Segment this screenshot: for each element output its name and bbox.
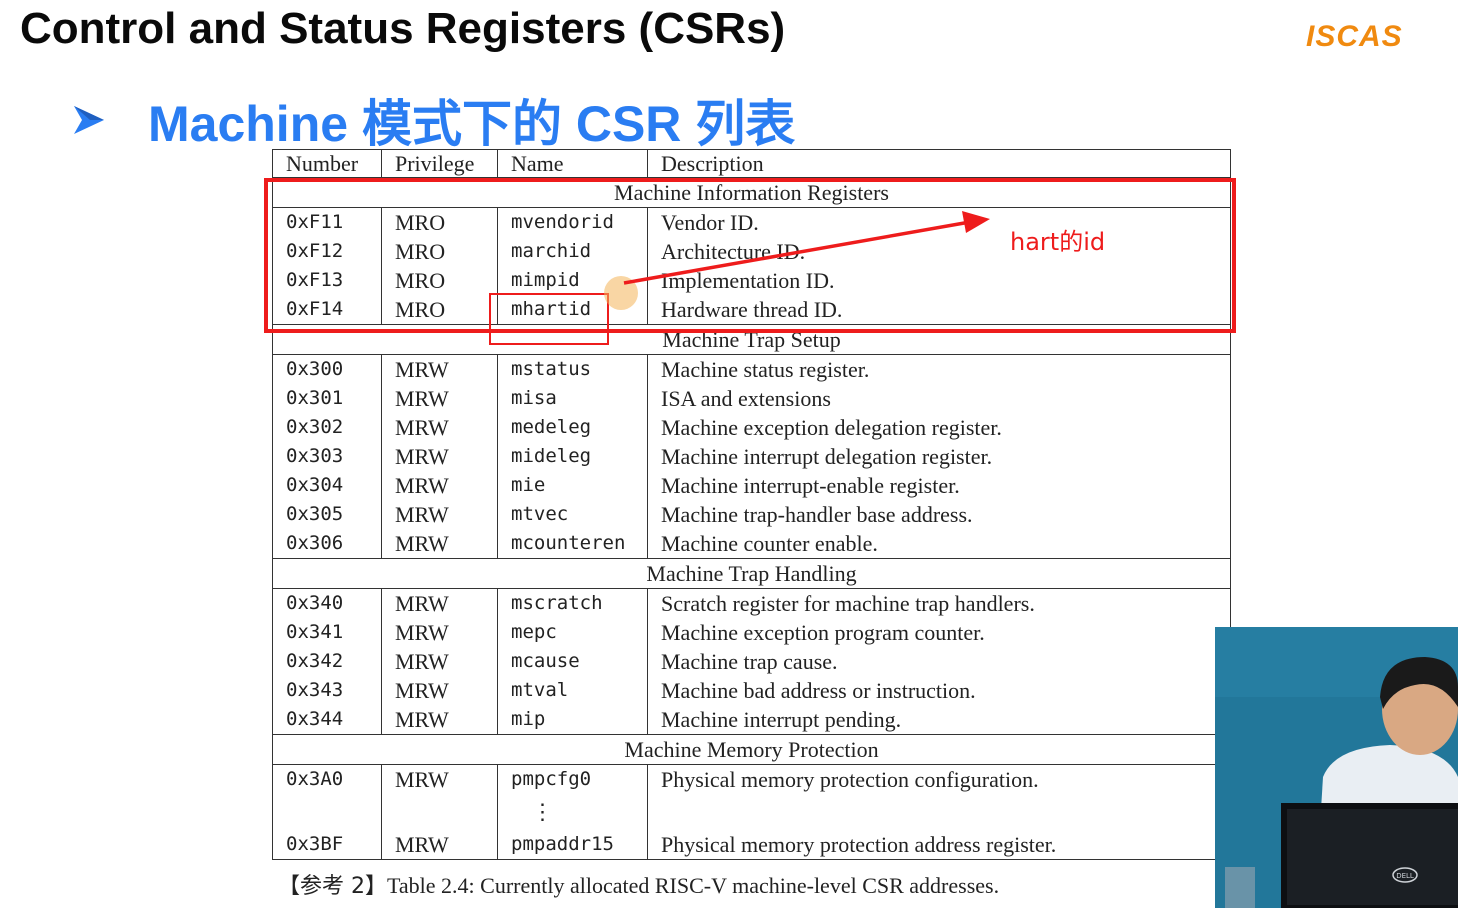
cell-number: 0x340 [272,588,382,618]
header-privilege: Privilege [381,149,498,178]
cell-description: Machine interrupt pending. [647,705,1231,735]
cell-description: Machine exception delegation register. [647,413,1231,442]
cell-description: Machine counter enable. [647,529,1231,559]
table-row: 0x301 MRW misa ISA and extensions [272,384,1231,413]
cell-privilege: MRW [381,442,498,471]
table-row: 0x344 MRW mip Machine interrupt pending. [272,705,1231,735]
cell-privilege: MRW [381,354,498,384]
cell-name: mscratch [497,588,648,618]
cell-privilege: MRW [381,830,498,860]
cell-number: 0x342 [272,647,382,676]
cell-name: mepc [497,618,648,647]
presenter-webcam: DELL [1215,627,1458,908]
cell-description: ISA and extensions [647,384,1231,413]
cell-name: pmpaddr15 [497,830,648,860]
cell-privilege: MRW [381,529,498,559]
cell-number: 0x341 [272,618,382,647]
subtitle: Machine 模式下的 CSR 列表 [148,96,796,152]
caption-text: Table 2.4: Currently allocated RISC-V ma… [387,873,1000,898]
table-caption: 【参考 2】Table 2.4: Currently allocated RIS… [278,868,999,900]
caption-ref: 【参考 2】 [278,874,387,899]
header-number: Number [272,149,382,178]
cell-number: 0x303 [272,442,382,471]
cell-description: Machine interrupt-enable register. [647,471,1231,500]
cell-number: 0x304 [272,471,382,500]
cell-privilege: MRW [381,676,498,705]
cell-description: Machine interrupt delegation register. [647,442,1231,471]
cell-description: Machine exception program counter. [647,618,1231,647]
cell-name: mcause [497,647,648,676]
cell-description: Physical memory protection configuration… [647,764,1231,794]
slide-title: Control and Status Registers (CSRs) [20,4,786,53]
cell-privilege: MRW [381,384,498,413]
cell-number: 0x306 [272,529,382,559]
cell-number: 0x3A0 [272,764,382,794]
cell-privilege: MRW [381,618,498,647]
section-header-row: Machine Trap Handling [272,558,1231,589]
cell-description: Machine trap-handler base address. [647,500,1231,529]
cell-name: pmpcfg0 [497,764,648,794]
table-row: 0x343 MRW mtval Machine bad address or inst… [272,676,1231,705]
cell-name: mie [497,471,648,500]
cell-name: mtval [497,676,648,705]
svg-text:DELL: DELL [1396,872,1414,880]
cell-privilege: MRW [381,471,498,500]
section-title: Machine Trap Handling [272,558,1231,589]
cell-number: 0x3BF [272,830,382,860]
cell-privilege: MRW [381,764,498,794]
cell-privilege: MRW [381,500,498,529]
empty-cell [272,794,382,830]
cell-privilege: MRW [381,413,498,442]
ellipsis-row: ⋮ [272,794,1231,830]
empty-cell [381,794,498,830]
cell-privilege: MRW [381,588,498,618]
section-title: Machine Memory Protection [272,734,1231,765]
cell-description: Scratch register for machine trap handle… [647,588,1231,618]
cell-name: medeleg [497,413,648,442]
cell-name: mip [497,705,648,735]
cell-description: Physical memory protection address regis… [647,830,1231,860]
table-header-row: Number Privilege Name Description [272,149,1231,178]
table-row: 0x3BF MRW pmpaddr15 Physical memory protect… [272,830,1231,860]
cell-name: mcounteren [497,529,648,559]
table-row: 0x3A0 MRW pmpcfg0 Physical memory protectio… [272,764,1231,794]
cell-number: 0x300 [272,354,382,384]
table-row: 0x302 MRW medeleg Machine exception delegat… [272,413,1231,442]
table-row: 0x304 MRW mie Machine interrupt-enable regi… [272,471,1231,500]
cell-number: 0x343 [272,676,382,705]
section-header-row: Machine Memory Protection [272,734,1231,765]
cell-number: 0x344 [272,705,382,735]
cell-description: Machine status register. [647,354,1231,384]
cell-name: mstatus [497,354,648,384]
vertical-ellipsis: ⋮ [497,794,648,830]
cell-name: mideleg [497,442,648,471]
highlight-box-mhartid [489,293,609,345]
table-row: 0x306 MRW mcounteren Machine counter enable… [272,529,1231,559]
annotation-arrow-icon [623,211,990,285]
iscas-logo: ISCAS [1306,20,1403,53]
annotation-label: hart的id [1010,228,1106,256]
table-row: 0x305 MRW mtvec Machine trap-handler base a… [272,500,1231,529]
empty-cell [647,794,1231,830]
cell-name: mtvec [497,500,648,529]
cell-number: 0x301 [272,384,382,413]
cell-privilege: MRW [381,705,498,735]
cell-name: misa [497,384,648,413]
header-name: Name [497,149,648,178]
cell-number: 0x302 [272,413,382,442]
header-description: Description [647,149,1231,178]
cell-privilege: MRW [381,647,498,676]
table-row: 0x341 MRW mepc Machine exception program co… [272,618,1231,647]
table-row: 0x303 MRW mideleg Machine interrupt delegat… [272,442,1231,471]
presenter-image: DELL [1215,627,1458,908]
cell-number: 0x305 [272,500,382,529]
cell-description: Machine bad address or instruction. [647,676,1231,705]
table-row: 0x340 MRW mscratch Scratch register for mac… [272,588,1231,618]
table-row: 0x300 MRW mstatus Machine status register. [272,354,1231,384]
bullet-arrow-icon [74,106,104,134]
table-row: 0x342 MRW mcause Machine trap cause. [272,647,1231,676]
cell-description: Machine trap cause. [647,647,1231,676]
subtitle-row: Machine 模式下的 CSR 列表 [70,84,795,156]
